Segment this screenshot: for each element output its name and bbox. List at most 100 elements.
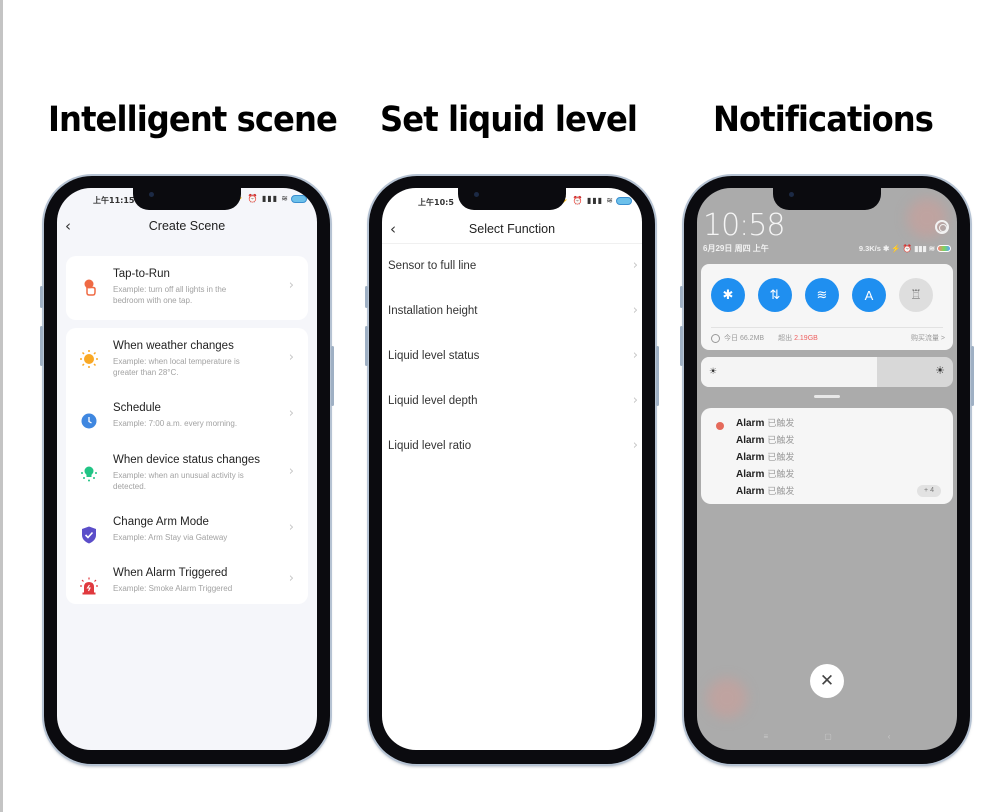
nav-bar: ‹ Create Scene [57, 215, 317, 239]
alarm-siren-icon [80, 577, 98, 595]
data-ring-icon [711, 333, 720, 343]
notification-row: Alarm 已触发 [736, 452, 795, 463]
auto-brightness-icon: A [864, 287, 874, 303]
scene-title: Schedule [113, 402, 161, 414]
scene-desc: Example: when local temperature is great… [113, 357, 240, 377]
camera [149, 192, 154, 197]
divider [382, 243, 642, 244]
device-bulb-icon [80, 464, 98, 482]
notch [458, 188, 566, 210]
status-icons: 9.3K/s ✱ ⚡ ⏰ ▮▮▮ ≋ [859, 244, 951, 253]
phone-notifications: 10:58 6月29日 周四 上午 9.3K/s ✱ ⚡ ⏰ ▮▮▮ ≋ ✱ ⇅… [680, 176, 974, 764]
volume-button [365, 326, 368, 366]
auto-brightness-toggle[interactable]: A [852, 278, 886, 312]
conditions-card: When weather changes Example: when local… [66, 328, 308, 604]
menu-nav-icon[interactable]: ≡ [764, 732, 769, 744]
home-nav-icon[interactable]: ▢ [824, 732, 832, 744]
brightness-high-icon: ☀ [935, 365, 945, 377]
scene-desc: Example: 7:00 a.m. every morning. [113, 419, 238, 428]
battery-icon [616, 196, 632, 205]
function-label: Liquid level status [388, 350, 480, 362]
scene-desc: Example: Arm Stay via Gateway [113, 533, 228, 542]
scene-item-schedule[interactable]: Schedule Example: 7:00 a.m. every mornin… [66, 398, 308, 448]
brightness-low-icon: ☀ [709, 366, 718, 376]
screen: 上午11:15 ⚡ ⏰ ▮▮▮ ≋ ‹ Create Scene Tap-to-… [57, 188, 317, 750]
heading-set-liquid-level: Set liquid level [380, 100, 638, 140]
data-today: 今日 66.2MB [724, 335, 765, 342]
function-label: Liquid level ratio [388, 440, 472, 452]
chevron-right-icon: › [288, 278, 294, 293]
mobile-data-toggle[interactable]: ⇅ [758, 278, 792, 312]
notification-row: Alarm 已触发 [736, 435, 795, 446]
chevron-right-icon: › [632, 348, 638, 363]
scene-title: Tap-to-Run [113, 268, 170, 280]
notification-row: Alarm 已触发 [736, 469, 795, 480]
scene-item-weather[interactable]: When weather changes Example: when local… [66, 336, 308, 386]
clock-icon [80, 412, 98, 430]
tap-icon [80, 278, 98, 296]
function-item[interactable]: Installation height › [388, 303, 638, 323]
power-button [656, 346, 659, 406]
alarm-app-icon [716, 422, 724, 430]
wifi-icon: ≋ [816, 287, 828, 302]
heading-notifications: Notifications [713, 100, 934, 140]
background-blur [707, 678, 747, 718]
scene-item-device-status[interactable]: When device status changes Example: when… [66, 450, 308, 500]
settings-gear-icon[interactable] [935, 220, 949, 234]
wifi-toggle[interactable]: ≋ [805, 278, 839, 312]
chevron-right-icon: › [288, 464, 294, 479]
notification-row: Alarm 已触发 [736, 418, 795, 429]
function-item[interactable]: Liquid level status › [388, 348, 638, 368]
chevron-right-icon: › [288, 571, 294, 586]
scene-item-tap-to-run[interactable]: Tap-to-Run Example: turn off all lights … [66, 264, 308, 314]
page-edge [0, 0, 3, 812]
chevron-right-icon: › [632, 258, 638, 273]
status-time: 上午11:15 [93, 196, 135, 205]
flashlight-toggle[interactable]: ♖ [899, 278, 933, 312]
status-icons: ⚡ ⏰ ▮▮▮ ≋ [234, 194, 307, 203]
chevron-right-icon: › [288, 520, 294, 535]
function-item[interactable]: Liquid level ratio › [388, 438, 638, 458]
weather-sun-icon [80, 350, 98, 368]
scene-title: When device status changes [113, 454, 261, 466]
scene-item-arm-mode[interactable]: Change Arm Mode Example: Arm Stay via Ga… [66, 512, 308, 562]
notch [133, 188, 241, 210]
divider [711, 327, 943, 328]
function-label: Sensor to full line [388, 260, 477, 272]
chevron-right-icon: › [632, 438, 638, 453]
scene-title: When weather changes [113, 340, 234, 352]
screen: 上午10:5 ⚡ ⏰ ▮▮▮ ≋ ‹ Select Function Senso… [382, 188, 642, 750]
side-button [40, 286, 43, 308]
tap-to-run-card: Tap-to-Run Example: turn off all lights … [66, 256, 308, 320]
flashlight-icon: ♖ [910, 287, 922, 302]
scene-title: When Alarm Triggered [113, 567, 228, 579]
brightness-slider[interactable]: ☀ ☀ [701, 357, 953, 387]
clear-notifications-button[interactable]: ✕ [810, 664, 844, 698]
status-icons: ⚡ ⏰ ▮▮▮ ≋ [559, 196, 632, 205]
function-item[interactable]: Liquid level depth › [388, 393, 638, 413]
camera [474, 192, 479, 197]
bluetooth-icon: ✱ [722, 287, 734, 302]
clock-time: 10:58 [703, 208, 785, 243]
bluetooth-toggle[interactable]: ✱ [711, 278, 745, 312]
more-count-badge[interactable]: + 4 [917, 485, 941, 497]
scene-item-alarm-triggered[interactable]: When Alarm Triggered Example: Smoke Alar… [66, 563, 308, 613]
mobile-data-icon: ⇅ [769, 287, 781, 302]
notification-card[interactable]: Alarm 已触发 Alarm 已触发 Alarm 已触发 Alarm 已触发 Alar… [701, 408, 953, 504]
scene-title: Change Arm Mode [113, 516, 209, 528]
heading-intelligent-scene: Intelligent scene [48, 100, 338, 140]
function-item[interactable]: Sensor to full line › [388, 258, 638, 278]
notification-row: Alarm 已触发 [736, 486, 795, 497]
scene-desc: Example: turn off all lights in the bedr… [113, 285, 227, 305]
buy-data-link[interactable]: 购买流量 > [911, 333, 945, 343]
function-label: Liquid level depth [388, 395, 478, 407]
data-exceeded-value: 2.19GB [794, 334, 818, 342]
drag-handle[interactable] [814, 395, 840, 398]
volume-button [680, 326, 683, 366]
status-time: 上午10:5 [418, 198, 454, 207]
back-nav-icon[interactable]: ‹ [888, 732, 891, 744]
brightness-fill [701, 357, 878, 387]
power-button [331, 346, 334, 406]
scene-desc: Example: when an unusual activity is det… [113, 471, 244, 491]
data-exceeded-label: 超出 [778, 335, 793, 342]
